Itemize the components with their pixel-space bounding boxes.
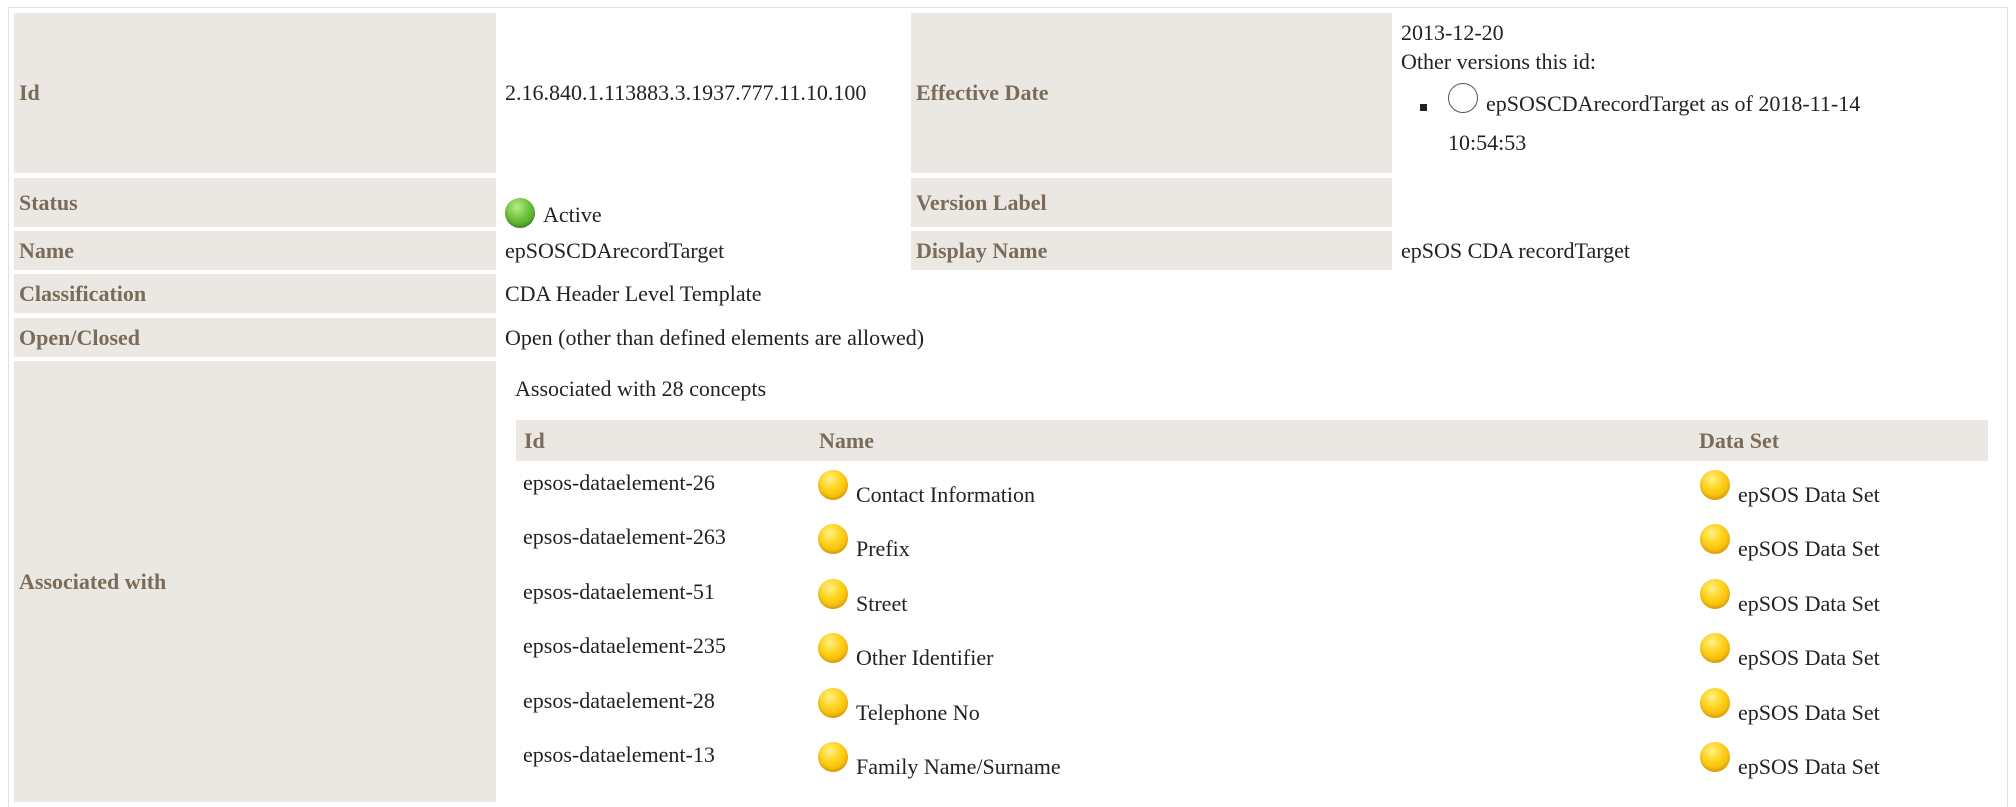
open-closed-label: Open/Closed [14,318,496,357]
name-value: epSOSCDArecordTarget [505,237,725,263]
dataset-link[interactable]: epSOS Data Set [1700,524,1880,562]
concept-id: epsos-dataelement-235 [523,633,726,658]
concept-name: Contact Information [856,482,1036,507]
concept-id: epsos-dataelement-13 [523,742,715,767]
effective-date-value: 2013-12-20 [1401,20,1504,45]
associations-summary: Associated with 28 concepts [515,376,767,401]
concept-name-link[interactable]: Contact Information [818,470,1035,508]
dataset-status-icon [1700,470,1730,500]
dataset-name: epSOS Data Set [1738,754,1880,779]
status-empty-icon [1448,83,1478,113]
id-label: Id [14,13,496,173]
status-active-icon [505,198,535,228]
version-label-label: Version Label [911,178,1392,227]
dataset-status-icon [1700,742,1730,772]
concept-name: Family Name/Surname [856,754,1061,779]
display-name-label: Display Name [911,231,1392,270]
name-label: Name [14,231,496,270]
classification-value: CDA Header Level Template [505,280,762,306]
dataset-link[interactable]: epSOS Data Set [1700,579,1880,617]
concept-status-icon [818,633,848,663]
concept-name-link[interactable]: Family Name/Surname [818,742,1061,780]
concept-id: epsos-dataelement-28 [523,688,715,713]
concept-status-icon [818,524,848,554]
dataset-name: epSOS Data Set [1738,645,1880,670]
other-version-time: 10:54:53 [1448,130,1527,155]
column-header-name: Name [811,420,1691,461]
concept-name: Other Identifier [856,645,994,670]
dataset-name: epSOS Data Set [1738,591,1880,616]
associated-with-label: Associated with [14,361,496,802]
column-header-dataset: Data Set [1691,420,1988,461]
id-value: 2.16.840.1.113883.3.1937.777.11.10.100 [505,80,867,105]
dataset-link[interactable]: epSOS Data Set [1700,688,1880,726]
display-name-value: epSOS CDA recordTarget [1401,237,1631,263]
concept-id: epsos-dataelement-263 [523,524,726,549]
other-version-link[interactable]: epSOSCDArecordTarget as of 2018-11-14 [1448,83,1861,124]
concept-status-icon [818,688,848,718]
concept-name-link[interactable]: Telephone No [818,688,980,726]
dataset-status-icon [1700,633,1730,663]
concept-id: epsos-dataelement-26 [523,470,715,495]
concept-name: Prefix [856,536,910,561]
concept-name-link[interactable]: Other Identifier [818,633,993,671]
dataset-status-icon [1700,524,1730,554]
list-bullet [1420,104,1427,111]
dataset-link[interactable]: epSOS Data Set [1700,633,1880,671]
classification-label: Classification [14,274,496,313]
concept-status-icon [818,742,848,772]
dataset-link[interactable]: epSOS Data Set [1700,742,1880,780]
concept-status-icon [818,470,848,500]
concept-name: Street [856,591,908,616]
status-value: Active [505,188,602,228]
other-versions-label: Other versions this id: [1401,49,1596,74]
concept-name-link[interactable]: Prefix [818,524,910,562]
other-version-text: epSOSCDArecordTarget as of 2018-11-14 [1486,91,1861,116]
dataset-name: epSOS Data Set [1738,536,1880,561]
concept-name: Telephone No [856,700,980,725]
open-closed-value: Open (other than defined elements are al… [505,324,925,350]
status-label: Status [14,178,496,227]
concept-name-link[interactable]: Street [818,579,907,617]
dataset-status-icon [1700,579,1730,609]
dataset-name: epSOS Data Set [1738,482,1880,507]
dataset-status-icon [1700,688,1730,718]
concept-id: epsos-dataelement-51 [523,579,715,604]
concept-status-icon [818,579,848,609]
dataset-link[interactable]: epSOS Data Set [1700,470,1880,508]
column-header-id: Id [516,420,811,461]
dataset-name: epSOS Data Set [1738,700,1880,725]
status-text: Active [543,202,602,227]
effective-date-label: Effective Date [911,13,1392,173]
